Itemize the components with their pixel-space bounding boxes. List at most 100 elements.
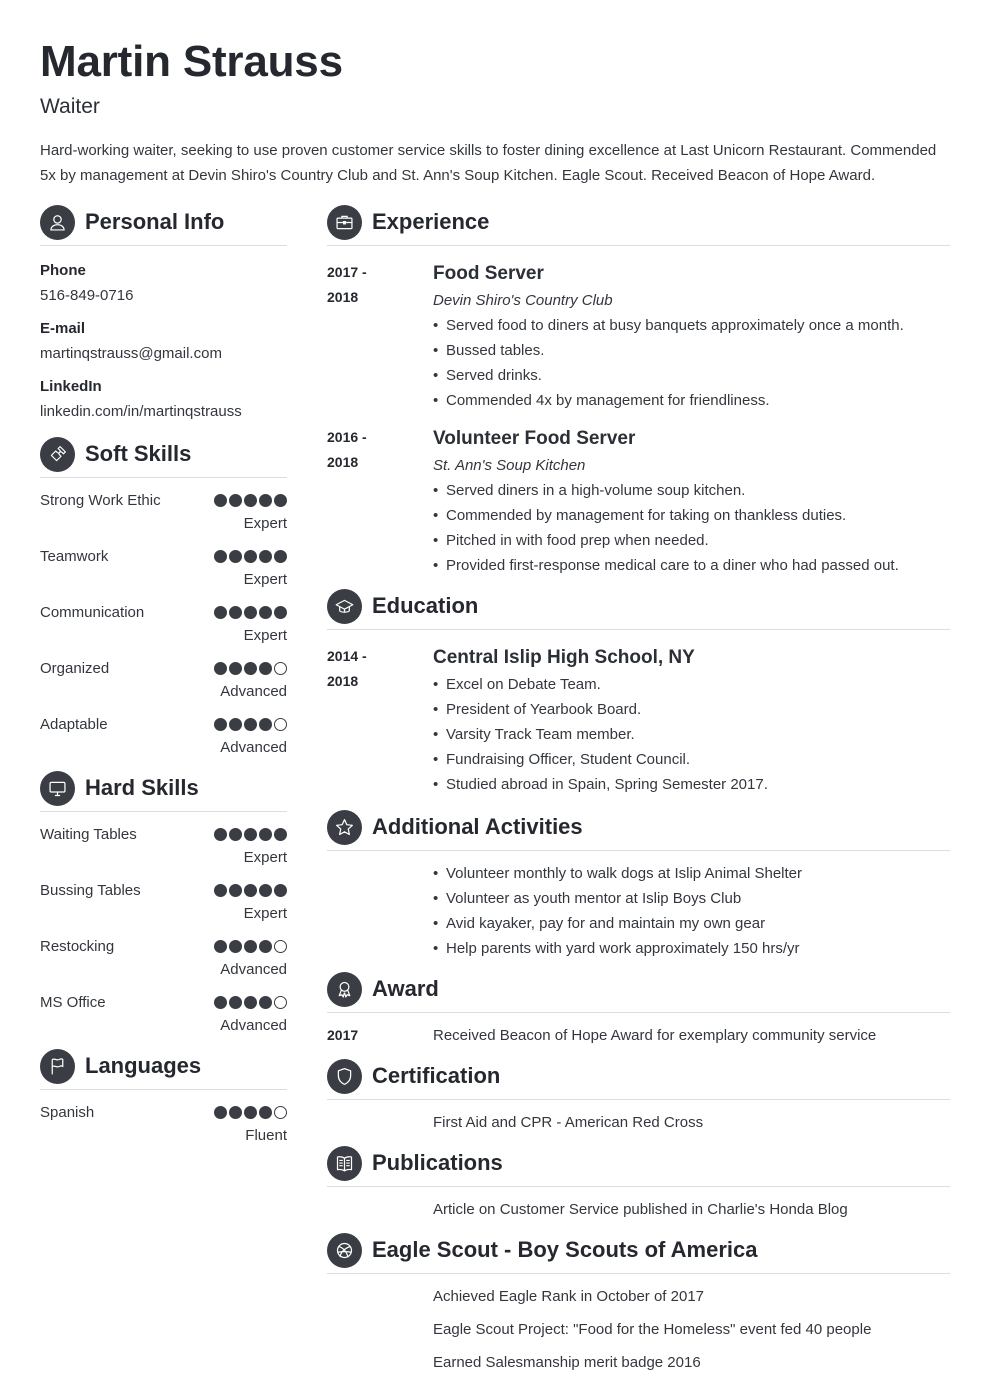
rating-dot-filled (274, 606, 287, 619)
entry-bullets: Excel on Debate Team.President of Yearbo… (433, 672, 950, 797)
rating-dot-filled (259, 996, 272, 1009)
entry-bullets: Served diners in a high-volume soup kitc… (433, 478, 950, 578)
rating-dot-filled (259, 662, 272, 675)
skill-rating (214, 1106, 287, 1119)
rating-dot-filled (259, 550, 272, 563)
skill-rating (214, 828, 287, 841)
rating-dot-filled (214, 828, 227, 841)
rating-dot-filled (274, 828, 287, 841)
bullet-item: Fundraising Officer, Student Council. (433, 747, 950, 772)
section-title: Soft Skills (85, 441, 192, 466)
left-column: Personal Info Phone 516-849-0716 E-mail … (40, 204, 287, 1156)
section-title: Publications (372, 1150, 503, 1175)
rating-dot-filled (229, 718, 242, 731)
candidate-name: Martin Strauss (40, 37, 343, 86)
skill-name: Communication (40, 604, 145, 621)
rating-dot-filled (229, 828, 242, 841)
rating-dot-filled (259, 718, 272, 731)
rating-dot-empty (274, 662, 287, 675)
entry-title: Volunteer Food Server (433, 428, 636, 449)
rating-dot-filled (214, 940, 227, 953)
entry-date: 2016 - 2018 (327, 425, 433, 578)
entry-company: St. Ann's Soup Kitchen (433, 457, 586, 474)
entry-title: Food Server (433, 263, 544, 284)
bullet-item: Volunteer monthly to walk dogs at Islip … (433, 861, 950, 886)
date-start: 2016 - (327, 429, 367, 445)
bullet-item: Avid kayaker, pay for and maintain my ow… (433, 911, 950, 936)
languages-list: Spanish Fluent (40, 1100, 287, 1156)
award-text: Received Beacon of Hope Award for exempl… (433, 1027, 877, 1044)
phone-label: Phone (40, 262, 86, 279)
skill-name: Adaptable (40, 716, 108, 733)
entry-date: 2014 - 2018 (327, 644, 433, 797)
rating-dot-filled (244, 884, 257, 897)
skill-name: Strong Work Ethic (40, 492, 161, 509)
skill-name: Waiting Tables (40, 826, 137, 843)
skill-rating (214, 662, 287, 675)
rating-dot-filled (229, 884, 242, 897)
person-icon (40, 204, 75, 240)
skill-rating (214, 606, 287, 619)
skill-row: Communication Expert (40, 600, 287, 656)
rating-dot-filled (244, 550, 257, 563)
education-entry: 2014 - 2018 Central Islip High School, N… (327, 644, 950, 797)
resume-header: Martin Strauss Waiter Hard-working waite… (40, 36, 950, 188)
graduation-cap-icon (327, 588, 362, 624)
eagle-scout-entry: Achieved Eagle Rank in October of 2017 E… (327, 1284, 950, 1375)
rating-dot-filled (229, 996, 242, 1009)
email-value[interactable]: martinqstrauss@gmail.com (40, 341, 287, 366)
rating-dot-empty (274, 996, 287, 1009)
book-icon (327, 1145, 362, 1181)
rating-dot-empty (274, 940, 287, 953)
skill-name: Teamwork (40, 548, 109, 565)
section-divider (327, 1186, 950, 1187)
skill-name: Restocking (40, 938, 115, 955)
section-divider (40, 477, 287, 478)
skill-rating (214, 718, 287, 731)
section-title: Additional Activities (372, 814, 583, 839)
linkedin-value[interactable]: linkedin.com/in/martinqstrauss (40, 399, 287, 424)
job-title: Waiter (40, 95, 100, 118)
rating-dot-filled (214, 662, 227, 675)
rating-dot-filled (244, 940, 257, 953)
eagle-scout-line: Achieved Eagle Rank in October of 2017 (433, 1288, 705, 1305)
rating-dot-filled (244, 996, 257, 1009)
flag-icon (40, 1048, 75, 1084)
section-divider (327, 1273, 950, 1274)
award-section: Award 2017 Received Beacon of Hope Award… (327, 971, 950, 1048)
bullet-item: Commended by management for taking on th… (433, 503, 950, 528)
soft-skills-section: Soft Skills Strong Work Ethic Expert Teamw… (40, 436, 287, 768)
puzzle-icon (40, 436, 75, 472)
experience-section: Experience 2017 - 2018 Food Server Devin… (327, 204, 950, 578)
certification-section: Certification First Aid and CPR - Americ… (327, 1058, 950, 1135)
skill-row: Bussing Tables Expert (40, 878, 287, 934)
email-label: E-mail (40, 320, 86, 337)
rating-dot-filled (214, 718, 227, 731)
skill-rating (214, 996, 287, 1009)
phone-value: 516-849-0716 (40, 287, 134, 304)
rating-dot-filled (214, 996, 227, 1009)
publication-text: Article on Customer Service published in… (433, 1201, 848, 1218)
bullet-item: Studied abroad in Spain, Spring Semester… (433, 772, 950, 797)
star-icon (327, 809, 362, 845)
date-start: 2014 - (327, 648, 367, 664)
skill-row: Adaptable Advanced (40, 712, 287, 768)
eagle-scout-line: Earned Salesmanship merit badge 2016 (433, 1354, 701, 1371)
bullet-item: Help parents with yard work approximatel… (433, 936, 950, 961)
rating-dot-filled (244, 606, 257, 619)
rating-dot-filled (259, 940, 272, 953)
certification-text: First Aid and CPR - American Red Cross (433, 1114, 704, 1131)
bullet-item: Volunteer as youth mentor at Islip Boys … (433, 886, 950, 911)
section-title: Eagle Scout - Boy Scouts of America (372, 1237, 758, 1262)
right-column: Experience 2017 - 2018 Food Server Devin… (327, 204, 950, 1375)
rating-dot-filled (259, 828, 272, 841)
section-title: Experience (372, 209, 490, 234)
rating-dot-filled (259, 606, 272, 619)
date-start: 2017 - (327, 264, 367, 280)
section-title: Award (372, 976, 439, 1001)
skill-name: Bussing Tables (40, 882, 141, 899)
date-end: 2018 (327, 454, 359, 470)
section-title: Education (372, 593, 479, 618)
bullet-item: Served diners in a high-volume soup kitc… (433, 478, 950, 503)
skill-row: Organized Advanced (40, 656, 287, 712)
